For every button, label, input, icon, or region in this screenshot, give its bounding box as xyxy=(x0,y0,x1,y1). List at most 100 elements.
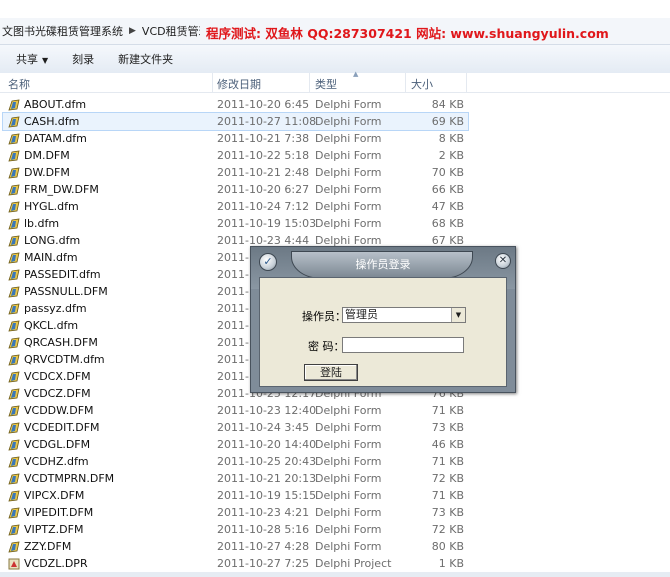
file-row[interactable]: ZZY.DFM 2011-10-27 4:28 Delphi Form 80 KB xyxy=(0,538,670,555)
file-name: VCDDW.DFM xyxy=(24,404,94,417)
file-name: ZZY.DFM xyxy=(24,540,72,553)
file-size: 70 KB xyxy=(431,166,464,179)
login-button[interactable]: 登陆 xyxy=(304,364,358,381)
file-name: QRVCDTM.dfm xyxy=(24,353,105,366)
breadcrumb[interactable]: 文图书光碟租赁管理系统 ▶ VCD租赁管理 ▶ xyxy=(0,21,200,41)
delphi-form-icon xyxy=(8,286,20,298)
file-row[interactable]: VCDGL.DFM 2011-10-20 14:40 Delphi Form 46 K… xyxy=(0,436,670,453)
file-name: VCDCZ.DFM xyxy=(24,387,91,400)
file-type: Delphi Form xyxy=(315,200,382,213)
breadcrumb-item-vcd[interactable]: VCD租赁管理 xyxy=(140,23,200,39)
file-row[interactable]: VCDDW.DFM 2011-10-23 12:40 Delphi Form 71 K… xyxy=(0,402,670,419)
checkmark-icon: ✓ xyxy=(259,253,277,271)
file-row[interactable]: VIPCX.DFM 2011-10-19 15:15 Delphi Form 71 K… xyxy=(0,487,670,504)
file-name: DM.DFM xyxy=(24,149,70,162)
delphi-form-icon xyxy=(8,337,20,349)
file-name: FRM_DW.DFM xyxy=(24,183,99,196)
file-name: LONG.dfm xyxy=(24,234,81,247)
file-size: 71 KB xyxy=(431,404,464,417)
file-size: 66 KB xyxy=(431,183,464,196)
column-header-type[interactable]: 类型 xyxy=(315,76,337,92)
address-bar[interactable]: 文图书光碟租赁管理系统 ▶ VCD租赁管理 ▶ 程序测试: 双鱼林 QQ:287… xyxy=(0,18,670,45)
file-type: Delphi Form xyxy=(315,166,382,179)
file-type: Delphi Form xyxy=(315,472,382,485)
dialog-body: 操作员： 管理员 ▼ 密 码： 登陆 xyxy=(259,277,507,387)
file-row[interactable]: VCDHZ.dfm 2011-10-25 20:43 Delphi Form 71 K… xyxy=(0,453,670,470)
file-name: MAIN.dfm xyxy=(24,251,78,264)
file-type: Delphi Form xyxy=(315,540,382,553)
delphi-form-icon xyxy=(8,507,20,519)
file-date: 2011-10-22 5:18 xyxy=(217,149,310,162)
file-name: VIPEDIT.DFM xyxy=(24,506,94,519)
file-name: QRCASH.DFM xyxy=(24,336,98,349)
file-name: HYGL.dfm xyxy=(24,200,79,213)
column-header-size[interactable]: 大小 xyxy=(411,76,433,92)
operator-select-value: 管理员 xyxy=(345,308,378,321)
file-date: 2011-10-27 11:08 xyxy=(217,115,317,128)
column-header-row: 名称 修改日期 ▲ 类型 大小 xyxy=(0,70,670,93)
file-type: Delphi Form xyxy=(315,98,382,111)
delphi-form-icon xyxy=(8,252,20,264)
operator-select[interactable]: 管理员 ▼ xyxy=(342,307,466,323)
file-date: 2011-10-28 5:16 xyxy=(217,523,310,536)
delphi-form-icon xyxy=(8,490,20,502)
delphi-form-icon xyxy=(8,371,20,383)
file-type: Delphi Form xyxy=(315,149,382,162)
delphi-form-icon xyxy=(8,116,20,128)
file-row[interactable]: DM.DFM 2011-10-22 5:18 Delphi Form 2 KB xyxy=(0,147,670,164)
file-size: 47 KB xyxy=(431,200,464,213)
chevron-down-icon: ▼ xyxy=(42,56,49,65)
column-divider[interactable] xyxy=(466,73,467,92)
column-header-name[interactable]: 名称 xyxy=(8,76,30,92)
file-size: 68 KB xyxy=(431,217,464,230)
file-name: VCDHZ.dfm xyxy=(24,455,89,468)
file-row[interactable]: DATAM.dfm 2011-10-21 7:38 Delphi Form 8 KB xyxy=(0,130,670,147)
file-row[interactable]: ABOUT.dfm 2011-10-20 6:45 Delphi Form 84 KB xyxy=(0,96,670,113)
file-row[interactable]: FRM_DW.DFM 2011-10-20 6:27 Delphi Form 66 K… xyxy=(0,181,670,198)
file-row[interactable]: VCDEDIT.DFM 2011-10-24 3:45 Delphi Form 73 … xyxy=(0,419,670,436)
file-row[interactable]: VCDTMPRN.DFM 2011-10-21 20:13 Delphi Form 7… xyxy=(0,470,670,487)
column-divider[interactable] xyxy=(309,73,310,92)
file-date: 2011-10-25 20:43 xyxy=(217,455,317,468)
dialog-title: 操作员登录 xyxy=(355,258,411,271)
file-size: 1 KB xyxy=(438,557,464,570)
delphi-form-icon xyxy=(8,269,20,281)
column-header-date[interactable]: 修改日期 xyxy=(217,76,261,92)
file-date: 2011-10-20 6:45 xyxy=(217,98,310,111)
file-row[interactable]: VIPTZ.DFM 2011-10-28 5:16 Delphi Form 72 KB xyxy=(0,521,670,538)
share-button[interactable]: 共享 ▼ xyxy=(0,51,60,67)
burn-button[interactable]: 刻录 xyxy=(60,51,106,67)
file-row[interactable]: CASH.dfm 2011-10-27 11:08 Delphi Form 69 KB xyxy=(2,112,469,131)
column-divider[interactable] xyxy=(405,73,406,92)
file-date: 2011-10-21 2:48 xyxy=(217,166,310,179)
file-name: PASSEDIT.dfm xyxy=(24,268,101,281)
file-name: passyz.dfm xyxy=(24,302,87,315)
file-size: 71 KB xyxy=(431,489,464,502)
share-button-label: 共享 xyxy=(16,53,38,66)
file-name: VCDEDIT.DFM xyxy=(24,421,100,434)
file-row[interactable]: VIPEDIT.DFM 2011-10-23 4:21 Delphi Form 73 … xyxy=(0,504,670,521)
close-icon[interactable]: ✕ xyxy=(495,253,511,269)
file-name: DATAM.dfm xyxy=(24,132,87,145)
password-label: 密 码： xyxy=(308,340,345,353)
sort-arrow-icon: ▲ xyxy=(353,70,359,78)
password-field[interactable] xyxy=(342,337,464,353)
column-divider[interactable] xyxy=(212,73,213,92)
file-name: VCDZL.DPR xyxy=(24,557,88,570)
delphi-form-icon xyxy=(8,218,20,230)
file-row[interactable]: HYGL.dfm 2011-10-24 7:12 Delphi Form 47 KB xyxy=(0,198,670,215)
file-type: Delphi Form xyxy=(315,421,382,434)
file-type: Delphi Form xyxy=(315,523,382,536)
breadcrumb-item-system[interactable]: 文图书光碟租赁管理系统 xyxy=(0,23,125,39)
breadcrumb-chevron-icon[interactable]: ▶ xyxy=(125,26,140,36)
file-row[interactable]: lb.dfm 2011-10-19 15:03 Delphi Form 68 KB xyxy=(0,215,670,232)
file-name: VCDCX.DFM xyxy=(24,370,91,383)
file-row[interactable]: VCDZL.DPR 2011-10-27 7:25 Delphi Project 1 … xyxy=(0,555,670,572)
file-row[interactable]: DW.DFM 2011-10-21 2:48 Delphi Form 70 KB xyxy=(0,164,670,181)
chevron-down-icon[interactable]: ▼ xyxy=(451,308,465,322)
delphi-form-icon xyxy=(8,405,20,417)
file-date: 2011-10-20 14:40 xyxy=(217,438,317,451)
file-name: VIPTZ.DFM xyxy=(24,523,84,536)
new-folder-button[interactable]: 新建文件夹 xyxy=(106,51,185,67)
file-size: 72 KB xyxy=(431,523,464,536)
